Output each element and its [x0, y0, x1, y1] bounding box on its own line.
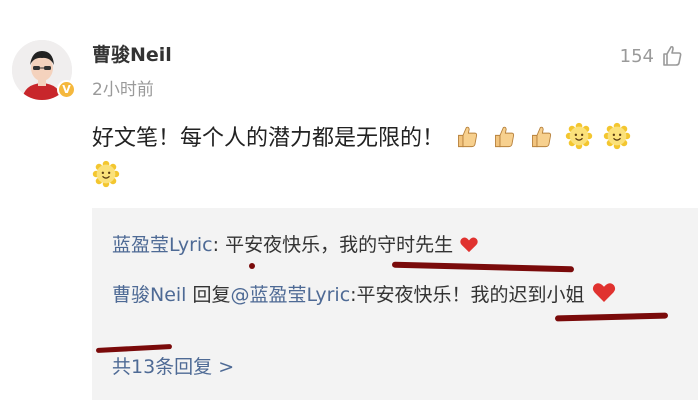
heart-icon	[460, 237, 478, 253]
verified-badge-icon: V	[57, 80, 76, 99]
reply-text: 平安夜快乐！我的迟到小姐	[356, 284, 585, 306]
smile-emoji-icon	[92, 160, 120, 188]
reply-text: 平安夜快乐，我的守时先生	[225, 234, 454, 256]
like-count: 154	[619, 45, 654, 67]
view-more-replies-link[interactable]: 共13条回复 >	[112, 352, 234, 379]
reply-separator: :	[212, 234, 226, 256]
reply-author-link[interactable]: 曹骏Neil	[112, 284, 186, 306]
like-button[interactable]: 154	[620, 44, 684, 68]
reply-word: 回复	[186, 284, 231, 306]
comment-body: 好文笔！每个人的潜力都是无限的！	[92, 120, 682, 196]
heart-icon	[592, 283, 615, 302]
annotation-dot	[249, 263, 255, 269]
like-icon	[663, 45, 682, 66]
thumbs-up-icon	[458, 126, 478, 148]
smile-emoji-icon	[603, 122, 631, 150]
comment-text: 好文笔！每个人的潜力都是无限的！	[92, 126, 445, 151]
reply-item[interactable]: 蓝盈莹Lyric: 平安夜快乐，我的守时先生	[112, 230, 479, 257]
thumbs-up-icon	[495, 126, 515, 148]
mention-link[interactable]: @蓝盈莹Lyric	[231, 284, 351, 306]
reply-author-link[interactable]: 蓝盈莹Lyric	[112, 234, 213, 256]
reply-item[interactable]: 曹骏Neil 回复@蓝盈莹Lyric:平安夜快乐！我的迟到小姐	[112, 276, 672, 314]
smile-emoji-icon	[565, 122, 593, 150]
comment-author[interactable]: 曹骏Neil	[92, 40, 172, 67]
comment-timestamp: 2小时前	[92, 80, 154, 100]
thumbs-up-icon	[532, 126, 552, 148]
